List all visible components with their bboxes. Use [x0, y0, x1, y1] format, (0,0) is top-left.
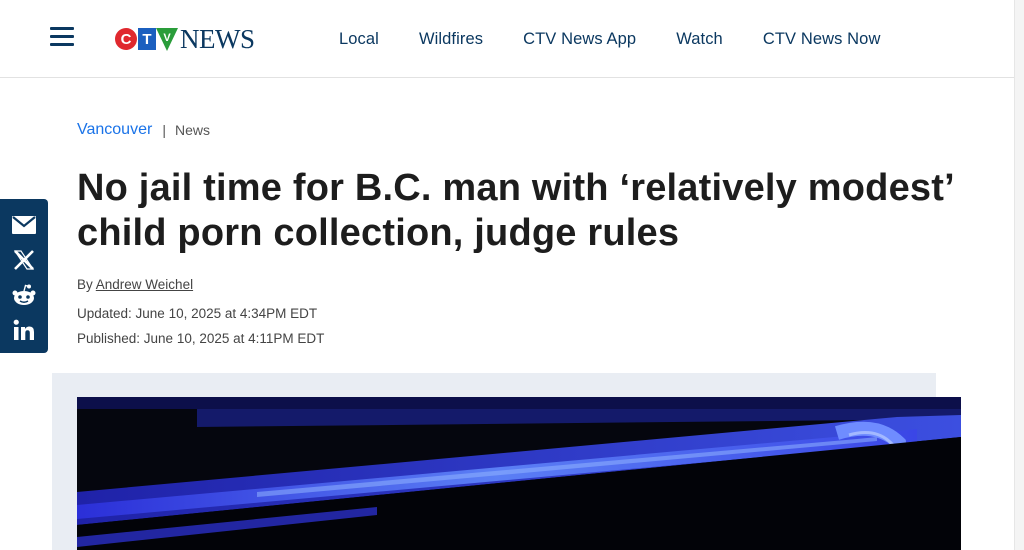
breadcrumb-category: News — [174, 122, 210, 138]
nav-wildfires[interactable]: Wildfires — [419, 30, 483, 49]
published-timestamp: Published: June 10, 2025 at 4:11PM EDT — [77, 331, 325, 346]
x-icon[interactable] — [10, 246, 38, 274]
svg-text:T: T — [142, 31, 151, 48]
breadcrumb-section-link[interactable]: Vancouver — [77, 121, 152, 139]
nav-watch[interactable]: Watch — [676, 30, 723, 49]
site-header: C T V NEWS Local Wildfires CTV News App … — [0, 0, 1014, 78]
article-headline: No jail time for B.C. man with ‘relative… — [77, 167, 953, 254]
author-link[interactable]: Andrew Weichel — [96, 277, 193, 292]
svg-text:V: V — [163, 32, 171, 44]
page-scrollbar[interactable] — [1014, 0, 1024, 550]
nav-ctv-news-app[interactable]: CTV News App — [523, 30, 636, 49]
logo-wordmark: NEWS — [180, 23, 255, 54]
nav-local[interactable]: Local — [339, 30, 379, 49]
nav-ctv-news-now[interactable]: CTV News Now — [763, 30, 881, 49]
article-lead-image[interactable] — [77, 397, 961, 550]
ctv-news-logo[interactable]: C T V NEWS — [114, 24, 255, 54]
breadcrumb: Vancouver | News — [77, 121, 210, 139]
reddit-icon[interactable] — [10, 281, 38, 309]
byline-prefix: By — [77, 277, 93, 292]
linkedin-icon[interactable] — [10, 316, 38, 344]
svg-text:C: C — [121, 31, 132, 48]
hamburger-menu-icon[interactable] — [50, 27, 74, 49]
updated-timestamp: Updated: June 10, 2025 at 4:34PM EDT — [77, 306, 318, 321]
email-icon[interactable] — [10, 211, 38, 239]
ctv-logo-mark-icon: C T V — [115, 28, 178, 51]
main-nav: Local Wildfires CTV News App Watch CTV N… — [339, 30, 920, 49]
byline: By Andrew Weichel — [77, 277, 193, 292]
share-bar — [0, 199, 48, 353]
breadcrumb-separator: | — [162, 122, 166, 138]
